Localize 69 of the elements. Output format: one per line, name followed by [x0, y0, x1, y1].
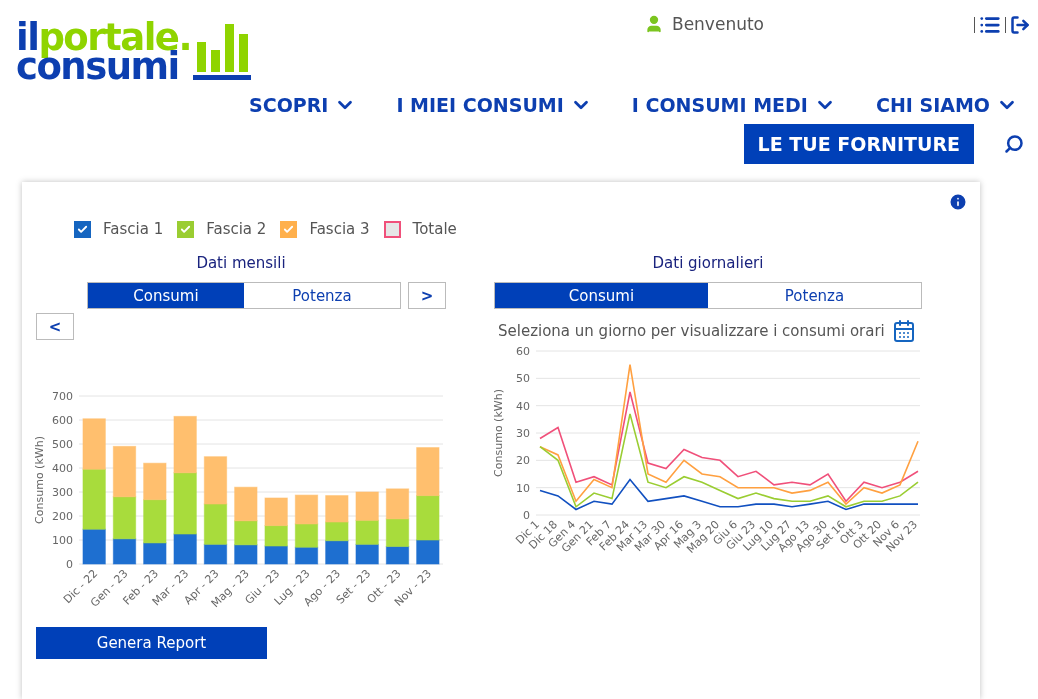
- y-tick-label: 50: [516, 372, 530, 386]
- y-tick-label: 700: [52, 390, 73, 403]
- bar-segment: [294, 494, 319, 525]
- tab[interactable]: Consumi: [88, 283, 244, 308]
- hint-text: Seleziona un giorno per visualizzare i consumi orari: [498, 322, 885, 340]
- legend-checkbox[interactable]: [383, 220, 401, 238]
- checkmark-icon: [77, 223, 88, 235]
- previous-button[interactable]: <: [36, 313, 74, 340]
- nav-menu-item[interactable]: I MIEI CONSUMI: [396, 94, 592, 116]
- checkmark-icon: [180, 223, 192, 235]
- legend-checkbox[interactable]: [177, 220, 195, 238]
- y-tick-label: 400: [52, 462, 73, 475]
- nav-menu-item[interactable]: CHI SIAMO: [875, 94, 1018, 116]
- panel-title: Dati mensili: [196, 254, 286, 272]
- supplies-button[interactable]: LE TUE FORNITURE: [743, 124, 974, 164]
- nav-menu-item[interactable]: I CONSUMI MEDI: [631, 94, 836, 116]
- bar-segment: [143, 462, 167, 501]
- checkmark-icon: [283, 223, 295, 235]
- bar-segment: [385, 488, 410, 520]
- logout-icon[interactable]: [1010, 15, 1030, 35]
- bar-segment: [234, 486, 258, 522]
- y-tick-label: 0: [523, 509, 530, 522]
- y-tick-label: 20: [516, 454, 530, 468]
- bar-segment: [325, 540, 349, 565]
- y-tick-label: 60: [516, 345, 530, 358]
- legend-label: Fascia 1: [103, 220, 164, 238]
- y-tick-label: 100: [52, 534, 73, 547]
- y-tick-label: 300: [52, 486, 73, 499]
- list-icon[interactable]: [979, 14, 1001, 36]
- legend-checkbox[interactable]: [74, 220, 91, 238]
- report-button[interactable]: Genera Report: [36, 627, 267, 659]
- legend-label: Fascia 3: [309, 220, 370, 238]
- y-tick-label: 600: [52, 414, 73, 427]
- portal-logo[interactable]: ilportale. consumi: [16, 12, 251, 82]
- bar-segment: [264, 525, 288, 547]
- legend-checkbox[interactable]: [280, 220, 298, 238]
- bar-segment: [325, 521, 349, 542]
- bar-segment: [203, 456, 228, 505]
- bar-segment: [325, 495, 349, 523]
- panel-title: Dati giornalieri: [652, 254, 764, 272]
- bar-segment: [416, 447, 440, 497]
- search-icon[interactable]: [1004, 134, 1024, 154]
- calendar-icon[interactable]: [892, 319, 916, 343]
- y-tick-label: 0: [66, 558, 73, 571]
- bar-segment: [264, 497, 288, 527]
- y-axis-label: Consumo (kWh): [492, 389, 505, 477]
- bar-segment: [355, 491, 379, 521]
- bar-segment: [234, 544, 258, 565]
- bar-segment: [173, 415, 197, 474]
- y-tick-label: 500: [52, 438, 73, 451]
- y-tick-label: 40: [516, 399, 530, 413]
- bar-segment: [82, 418, 106, 470]
- bar-segment: [294, 523, 319, 548]
- legend-label: Fascia 2: [206, 220, 267, 238]
- next-button[interactable]: >: [408, 282, 446, 309]
- greeting-text: Benvenuto: [671, 14, 764, 34]
- bar-segment: [355, 543, 379, 565]
- bar-segment: [264, 545, 288, 565]
- bar-segment: [234, 520, 258, 546]
- y-tick-label: 200: [52, 510, 73, 523]
- tab[interactable]: Consumi: [495, 283, 708, 308]
- y-tick-label: 30: [516, 427, 530, 440]
- y-axis-label: Consumo (kWh): [33, 436, 46, 524]
- legend-label: Totale: [412, 220, 457, 238]
- y-tick-label: 10: [516, 481, 530, 495]
- info-icon[interactable]: [948, 192, 968, 212]
- bar-segment: [355, 519, 379, 545]
- bar-segment: [112, 445, 137, 498]
- nav-menu-item[interactable]: SCOPRI: [249, 94, 357, 116]
